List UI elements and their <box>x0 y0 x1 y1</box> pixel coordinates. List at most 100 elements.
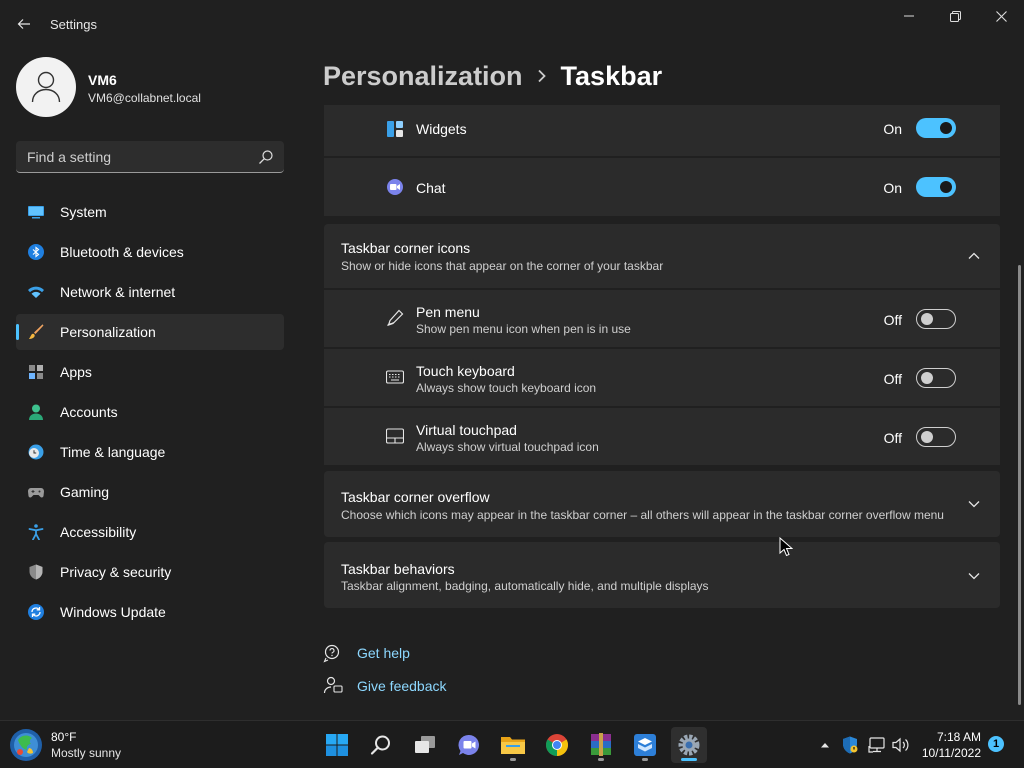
setting-row-chat: Chat On <box>324 158 1000 216</box>
setting-title: Virtual touchpad <box>416 422 517 438</box>
wifi-icon <box>28 286 44 298</box>
start-button[interactable] <box>319 727 355 763</box>
file-explorer-icon <box>501 737 525 754</box>
settings-content: Widgets On Chat On Taskbar corner icons … <box>323 105 1001 715</box>
window-title: Settings <box>50 17 97 32</box>
breadcrumb-parent[interactable]: Personalization <box>323 61 523 92</box>
sidebar-item-personalization[interactable]: Personalization <box>16 314 284 350</box>
start-icon <box>326 734 348 756</box>
close-button[interactable] <box>978 0 1024 32</box>
avatar[interactable] <box>16 57 76 117</box>
sidebar-item-label: Accounts <box>60 404 118 420</box>
sidebar-item-label: Accessibility <box>60 524 137 540</box>
tray-network-button[interactable] <box>867 735 887 755</box>
toggle-knob <box>940 181 952 193</box>
sidebar-item-accounts[interactable]: Accounts <box>16 394 284 430</box>
chat-toggle[interactable] <box>916 177 956 197</box>
task-view-icon <box>415 736 435 753</box>
virtualbox-button[interactable] <box>627 727 663 763</box>
sidebar-item-label: Personalization <box>60 324 156 340</box>
volume-icon <box>892 737 909 753</box>
winrar-button[interactable] <box>583 727 619 763</box>
tray-overflow-button[interactable] <box>815 735 835 755</box>
chat-icon <box>387 179 403 195</box>
teams-chat-button[interactable] <box>451 727 487 763</box>
get-help-link[interactable]: Get help <box>357 645 410 661</box>
file-explorer-button[interactable] <box>495 727 531 763</box>
back-button[interactable] <box>10 10 38 38</box>
teams-chat-icon <box>458 734 479 755</box>
sidebar-item-windows-update[interactable]: Windows Update <box>16 594 284 630</box>
chevron-down-icon[interactable] <box>966 496 982 512</box>
sidebar-item-privacy-security[interactable]: Privacy & security <box>16 554 284 590</box>
sidebar-nav: System Bluetooth & devices Network & int… <box>16 194 284 634</box>
settings-icon <box>678 734 700 756</box>
clock-globe-icon <box>28 444 44 460</box>
sidebar-item-network[interactable]: Network & internet <box>16 274 284 310</box>
group-description: Show or hide icons that appear on the co… <box>341 259 664 273</box>
taskbar-search-button[interactable] <box>363 727 399 763</box>
shield-icon <box>29 564 43 580</box>
network-icon <box>868 737 885 753</box>
chrome-icon <box>546 734 568 756</box>
chevron-down-icon[interactable] <box>966 568 982 584</box>
weather-temperature[interactable]: 80°F <box>51 730 76 744</box>
search-box[interactable] <box>16 141 284 173</box>
clock-time[interactable]: 7:18 AM <box>937 730 981 744</box>
clock-date[interactable]: 10/11/2022 <box>922 746 981 760</box>
close-icon <box>995 10 1007 22</box>
bluetooth-icon <box>28 244 44 260</box>
virtual-touchpad-toggle[interactable] <box>916 427 956 447</box>
setting-description: Show pen menu icon when pen is in use <box>416 322 631 336</box>
scrollbar[interactable] <box>1018 265 1021 705</box>
sidebar-item-label: Apps <box>60 364 92 380</box>
settings-app-button[interactable] <box>671 727 707 763</box>
brush-icon <box>29 324 44 339</box>
sidebar-item-bluetooth[interactable]: Bluetooth & devices <box>16 234 284 270</box>
sidebar-item-apps[interactable]: Apps <box>16 354 284 390</box>
search-input[interactable] <box>16 141 246 172</box>
sidebar-item-label: Privacy & security <box>60 564 172 580</box>
chevron-up-icon[interactable] <box>966 248 982 264</box>
setting-row-touch-keyboard: Touch keyboard Always show touch keyboar… <box>324 349 1000 406</box>
title-bar: Settings <box>0 0 1024 48</box>
minimize-button[interactable] <box>886 0 932 32</box>
notification-badge[interactable]: 1 <box>988 736 1004 752</box>
behaviors-header[interactable]: Taskbar behaviors Taskbar alignment, bad… <box>324 542 1000 608</box>
setting-title: Touch keyboard <box>416 363 515 379</box>
touch-keyboard-toggle[interactable] <box>916 368 956 388</box>
sidebar-item-label: System <box>60 204 107 220</box>
pen-icon <box>387 309 404 326</box>
virtualbox-icon <box>634 734 656 756</box>
weather-sunny-icon[interactable] <box>8 728 44 762</box>
tray-defender-button[interactable] <box>840 735 860 755</box>
running-indicator <box>642 758 648 761</box>
corner-overflow-header[interactable]: Taskbar corner overflow Choose which ico… <box>324 471 1000 537</box>
person-icon <box>29 404 43 420</box>
sidebar-item-time-language[interactable]: Time & language <box>16 434 284 470</box>
pen-menu-toggle[interactable] <box>916 309 956 329</box>
corner-icons-header[interactable]: Taskbar corner icons Show or hide icons … <box>324 224 1000 288</box>
sidebar-item-label: Windows Update <box>60 604 166 620</box>
give-feedback-link[interactable]: Give feedback <box>357 678 447 694</box>
page-title: Taskbar <box>560 60 663 91</box>
sidebar-item-accessibility[interactable]: Accessibility <box>16 514 284 550</box>
update-icon <box>28 604 44 620</box>
task-view-button[interactable] <box>407 727 443 763</box>
widgets-toggle[interactable] <box>916 118 956 138</box>
keyboard-icon <box>386 370 404 384</box>
mouse-cursor-icon <box>779 537 793 557</box>
search-icon[interactable] <box>258 149 274 165</box>
running-indicator <box>510 758 516 761</box>
setting-description: Always show touch keyboard icon <box>416 381 597 395</box>
restore-button[interactable] <box>932 0 978 32</box>
chrome-button[interactable] <box>539 727 575 763</box>
sidebar-item-gaming[interactable]: Gaming <box>16 474 284 510</box>
weather-description[interactable]: Mostly sunny <box>51 746 121 760</box>
sidebar-item-label: Time & language <box>60 444 166 460</box>
tray-volume-button[interactable] <box>891 735 911 755</box>
group-title: Taskbar corner overflow <box>341 489 490 505</box>
sidebar-item-system[interactable]: System <box>16 194 284 230</box>
feedback-icon <box>323 676 343 694</box>
setting-row-virtual-touchpad: Virtual touchpad Always show virtual tou… <box>324 408 1000 465</box>
